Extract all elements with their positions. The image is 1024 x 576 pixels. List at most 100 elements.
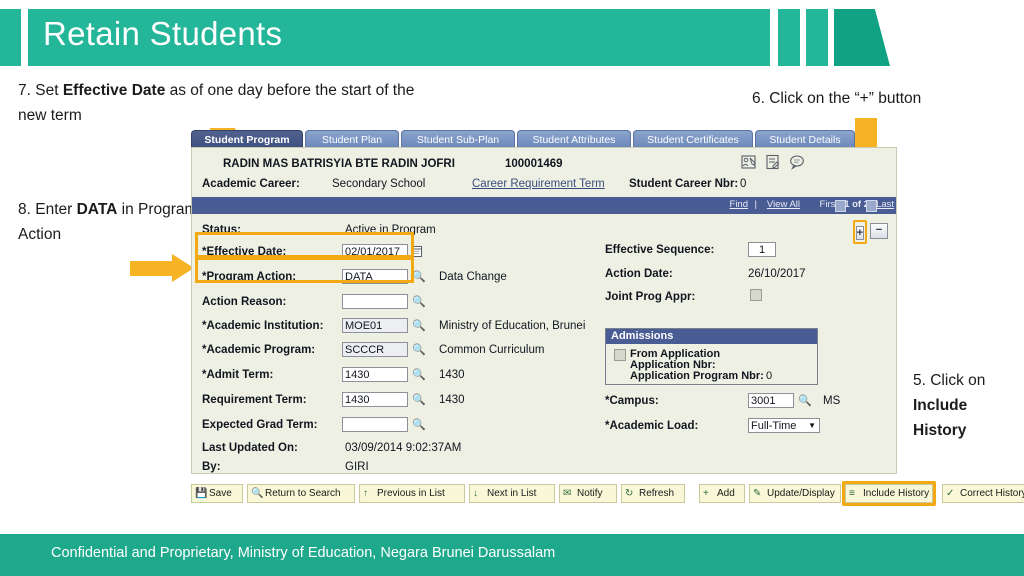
field-by: By: GIRI	[202, 459, 602, 479]
annotation-step-6: 6. Click on the “+” button	[752, 90, 922, 107]
last-label[interactable]: Last	[876, 199, 894, 210]
admit-term-input[interactable]	[342, 367, 408, 382]
admit-term-label: *Admit Term:	[202, 369, 274, 381]
notify-icon: ✉	[563, 488, 572, 499]
annotation-step-7: 7. Set Effective Date as of one day befo…	[18, 78, 418, 128]
academic-program-input[interactable]	[342, 342, 408, 357]
joint-prog-appr-label: Joint Prog Appr:	[605, 291, 696, 303]
from-application-checkbox[interactable]	[614, 349, 626, 361]
correct-history-label: Correct History	[960, 488, 1024, 499]
campus-lookup-icon[interactable]: 🔍	[798, 394, 812, 407]
previous-icon: ↑	[363, 488, 368, 499]
annotation-step-7-prefix: 7. Set	[18, 82, 63, 99]
return-to-search-label: Return to Search	[265, 488, 341, 499]
expected-grad-term-input[interactable]	[342, 417, 408, 432]
notepad-icon[interactable]	[765, 154, 781, 170]
student-career-nbr-label: Student Career Nbr:	[629, 178, 739, 190]
action-reason-input[interactable]	[342, 294, 408, 309]
save-button[interactable]: 💾 Save	[191, 484, 243, 503]
save-button-label: Save	[209, 488, 232, 499]
chevron-down-icon: ▼	[808, 421, 816, 430]
field-expected-grad-term: Expected Grad Term: 🔍	[202, 417, 602, 437]
save-icon: 💾	[195, 488, 208, 499]
header-trapezoid-shape	[834, 9, 890, 66]
academic-program-label: *Academic Program:	[202, 344, 316, 356]
academic-load-label: *Academic Load:	[605, 420, 699, 432]
annotation-step-5-strong: Include History	[913, 397, 968, 439]
add-row-button[interactable]: +	[855, 226, 864, 240]
row-add-delete-group: + −	[852, 220, 888, 244]
next-in-list-label: Next in List	[487, 488, 537, 499]
campus-label: *Campus:	[605, 395, 659, 407]
academic-program-lookup-icon[interactable]: 🔍	[412, 343, 426, 356]
admit-term-lookup-icon[interactable]: 🔍	[412, 368, 426, 381]
annotation-step-5: 5. Click on Include History	[913, 368, 1018, 443]
header-accent-tick-left	[0, 9, 21, 66]
action-reason-lookup-icon[interactable]: 🔍	[412, 295, 426, 308]
effective-date-highlight	[195, 232, 414, 258]
academic-institution-input[interactable]	[342, 318, 408, 333]
academic-program-description: Common Curriculum	[439, 344, 545, 356]
return-to-search-button[interactable]: 🔍 Return to Search	[247, 484, 355, 503]
next-icon: ↓	[473, 488, 478, 499]
update-display-icon: ✎	[753, 488, 762, 499]
previous-in-list-button[interactable]: ↑ Previous in List	[359, 484, 465, 503]
next-in-list-button[interactable]: ↓ Next in List	[469, 484, 555, 503]
admissions-group-title: Admissions	[606, 329, 817, 344]
field-admit-term: *Admit Term: 🔍 1430	[202, 367, 602, 387]
annotation-step-8-strong: DATA	[76, 201, 118, 218]
header-accent-tick-2	[778, 9, 800, 66]
notify-button[interactable]: ✉ Notify	[559, 484, 617, 503]
requirement-term-input[interactable]	[342, 392, 408, 407]
student-career-nbr-value: 0	[740, 178, 747, 190]
effective-sequence-input[interactable]	[748, 242, 776, 257]
application-program-nbr-label: Application Program Nbr:	[630, 370, 764, 382]
include-history-icon: ≡	[849, 488, 855, 499]
include-history-button[interactable]: ≡ Include History	[845, 484, 933, 503]
expected-grad-term-lookup-icon[interactable]: 🔍	[412, 418, 426, 431]
student-program-panel: RADIN MAS BATRISYIA BTE RADIN JOFRI 1000…	[191, 147, 897, 474]
program-action-highlight	[195, 257, 414, 283]
annotation-step-8: 8. Enter DATA in Program Action	[18, 197, 198, 247]
header-accent-tick-3	[806, 9, 828, 66]
by-value: GIRI	[345, 461, 369, 473]
requirement-term-lookup-icon[interactable]: 🔍	[412, 393, 426, 406]
student-header-icon-group	[741, 154, 811, 172]
expected-grad-term-label: Expected Grad Term:	[202, 419, 318, 431]
admissions-group-box: Admissions From Application Application …	[605, 328, 818, 385]
academic-institution-lookup-icon[interactable]: 🔍	[412, 319, 426, 332]
joint-prog-appr-checkbox[interactable]	[750, 289, 762, 301]
refresh-label: Refresh	[639, 488, 675, 499]
field-campus: *Campus: 🔍 MS	[605, 393, 885, 413]
field-academic-institution: *Academic Institution: 🔍 Ministry of Edu…	[202, 318, 602, 338]
academic-institution-label: *Academic Institution:	[202, 320, 324, 332]
refresh-icon: ↻	[625, 488, 634, 499]
notify-label: Notify	[577, 488, 603, 499]
refresh-button[interactable]: ↻ Refresh	[621, 484, 685, 503]
delete-row-button[interactable]: −	[870, 223, 888, 239]
field-joint-prog-appr: Joint Prog Appr:	[605, 289, 885, 309]
add-button[interactable]: + Add	[699, 484, 745, 503]
application-program-nbr-value: 0	[766, 370, 773, 382]
add-label: Add	[717, 488, 735, 499]
campus-input[interactable]	[748, 393, 794, 408]
student-id: 100001469	[505, 158, 563, 170]
academic-career-label: Academic Career:	[202, 178, 300, 190]
correct-history-icon: ✓	[946, 488, 955, 499]
program-action-lookup-icon[interactable]: 🔍	[412, 270, 426, 283]
comment-bubble-icon[interactable]	[789, 154, 805, 170]
action-toolbar: 💾 Save 🔍 Return to Search ↑ Previous in Lis…	[191, 481, 1024, 506]
correct-history-button[interactable]: ✓ Correct History	[942, 484, 1024, 503]
academic-load-select[interactable]: Full-Time ▼	[748, 418, 820, 433]
student-note-icon[interactable]	[741, 154, 757, 170]
search-icon: 🔍	[251, 488, 264, 499]
find-link[interactable]: Find	[730, 199, 748, 210]
row-navigation-bar: Find | View All First 1 of 2 Last	[192, 197, 896, 214]
field-requirement-term: Requirement Term: 🔍 1430	[202, 392, 602, 412]
view-all-link[interactable]: View All	[767, 199, 800, 210]
update-display-button[interactable]: ✎ Update/Display	[749, 484, 841, 503]
career-requirement-term-link[interactable]: Career Requirement Term	[472, 178, 605, 190]
field-academic-load: *Academic Load: Full-Time ▼	[605, 418, 885, 438]
last-updated-on-value: 03/09/2014 9:02:37AM	[345, 442, 462, 454]
previous-in-list-label: Previous in List	[377, 488, 445, 499]
